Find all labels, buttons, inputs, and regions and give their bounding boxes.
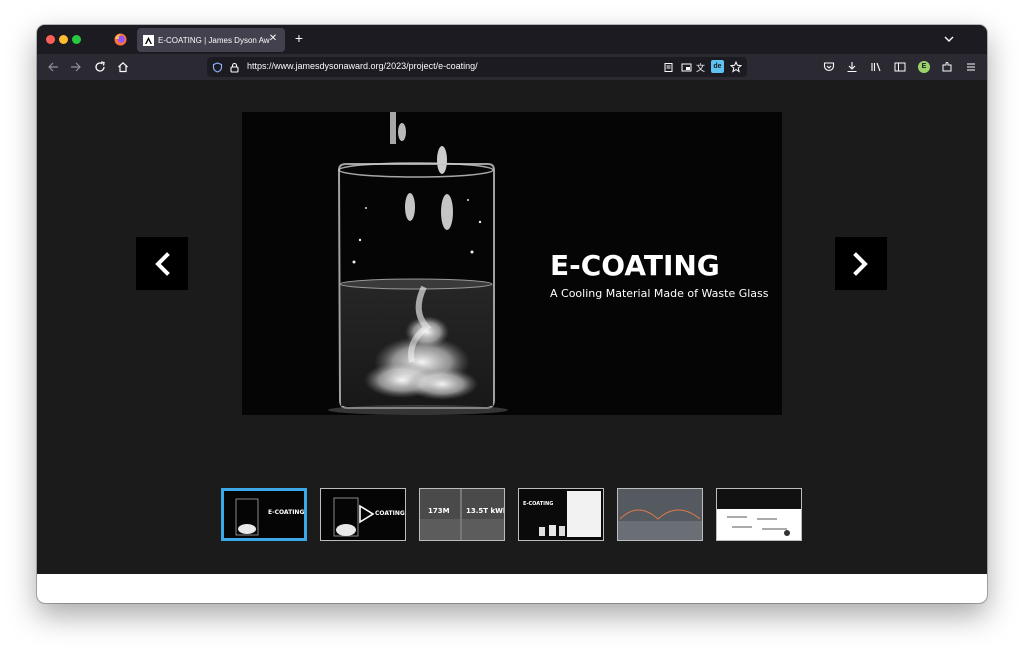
thumbnail-3[interactable]: 173M 13.5T kWh <box>419 488 505 541</box>
thumbnail-label: E-COATING <box>523 501 554 507</box>
page-content: E-COATING A Cooling Material Made of Was… <box>37 80 987 574</box>
zoom-window-button[interactable] <box>72 35 81 44</box>
minimize-window-button[interactable] <box>59 35 68 44</box>
sidebar-icon[interactable] <box>892 59 908 75</box>
slide-subtitle: A Cooling Material Made of Waste Glass <box>550 287 769 300</box>
thumbnail-6[interactable] <box>716 488 802 541</box>
thumbnail-label-b: 13.5T kWh <box>466 507 505 515</box>
chevron-down-icon[interactable] <box>943 33 955 45</box>
close-window-button[interactable] <box>46 35 55 44</box>
tab-strip: E-COATING | James Dyson Award ✕ + <box>37 25 987 54</box>
close-tab-icon[interactable]: ✕ <box>268 34 278 44</box>
previous-slide-button[interactable] <box>136 237 188 290</box>
chevron-left-icon <box>155 251 170 276</box>
page-footer-strip <box>37 574 987 603</box>
extensions-icon[interactable] <box>939 59 955 75</box>
thumbnail-2[interactable]: COATING <box>320 488 406 541</box>
translate-language-badge[interactable]: de <box>711 60 724 73</box>
svg-text:文: 文 <box>696 62 705 73</box>
chevron-right-icon <box>853 251 868 276</box>
library-icon[interactable] <box>868 59 884 75</box>
thumbnail-label: COATING <box>375 510 405 517</box>
reader-icon[interactable] <box>661 60 675 74</box>
translate-icon[interactable]: 文 <box>695 60 709 74</box>
reload-icon[interactable] <box>92 59 108 75</box>
address-bar[interactable]: https://www.jamesdysonaward.org/2023/pro… <box>207 57 747 77</box>
thumbnail-1[interactable]: E-COATING <box>221 488 307 541</box>
download-icon[interactable] <box>844 59 860 75</box>
forward-icon[interactable] <box>68 59 84 75</box>
lock-icon[interactable] <box>227 60 241 74</box>
thumbnail-label: E-COATING <box>268 509 305 516</box>
menu-icon[interactable] <box>963 59 979 75</box>
thumbnail-label-a: 173M <box>428 507 450 515</box>
thumbnail-image <box>717 489 801 540</box>
active-tab[interactable]: E-COATING | James Dyson Award ✕ <box>137 28 285 52</box>
tab-title: E-COATING | James Dyson Award <box>158 35 270 45</box>
thumbnail-strip: E-COATING COATING 173M 13.5T kWh E-COATI… <box>37 488 987 542</box>
dyson-award-favicon <box>143 34 154 46</box>
navigation-toolbar: https://www.jamesdysonaward.org/2023/pro… <box>37 54 987 80</box>
main-slide[interactable]: E-COATING A Cooling Material Made of Was… <box>242 112 782 415</box>
next-slide-button[interactable] <box>835 237 887 290</box>
star-icon[interactable] <box>729 60 743 74</box>
shield-icon[interactable] <box>210 60 224 74</box>
pocket-icon[interactable] <box>821 59 837 75</box>
url-text[interactable]: https://www.jamesdysonaward.org/2023/pro… <box>247 61 478 71</box>
thumbnail-image <box>618 489 702 540</box>
slide-title: E-COATING <box>550 249 720 282</box>
account-avatar[interactable]: E <box>918 61 930 73</box>
firefox-icon[interactable] <box>114 33 127 46</box>
new-tab-icon[interactable]: + <box>292 31 306 45</box>
thumbnail-5[interactable] <box>617 488 703 541</box>
thumbnail-image <box>519 489 603 540</box>
thumbnail-4[interactable]: E-COATING <box>518 488 604 541</box>
browser-window: E-COATING | James Dyson Award ✕ + https:… <box>37 25 987 603</box>
pip-icon[interactable] <box>679 60 693 74</box>
home-icon[interactable] <box>115 59 131 75</box>
back-icon[interactable] <box>45 59 61 75</box>
